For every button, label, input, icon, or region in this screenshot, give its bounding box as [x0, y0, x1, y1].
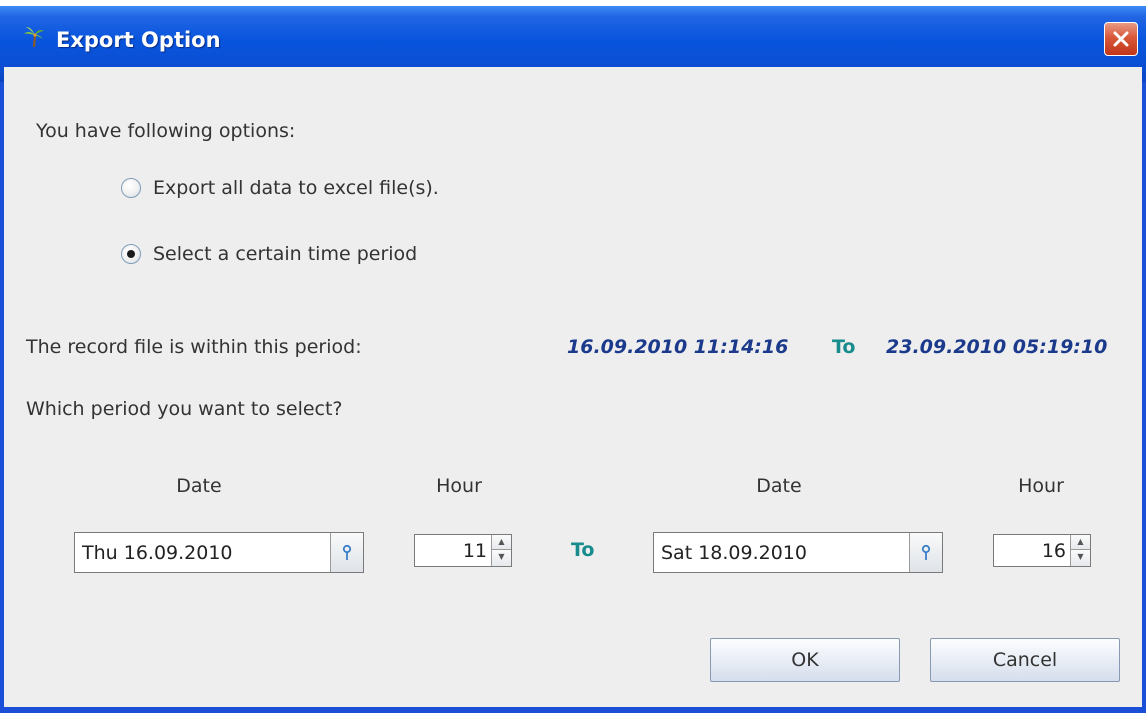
arrow-down-icon: ▼ [498, 552, 505, 561]
cancel-button[interactable]: Cancel [930, 638, 1120, 682]
to-hour-header: Hour [1018, 475, 1064, 497]
from-date-header: Date [176, 475, 222, 497]
from-date-picker-button[interactable] [330, 533, 363, 572]
export-all-label[interactable]: Export all data to excel file(s). [153, 177, 439, 199]
spinner-arrows: ▲ ▼ [491, 535, 511, 566]
dialog-title: Export Option [56, 28, 221, 52]
select-period-radio[interactable] [121, 244, 141, 264]
selection-to-label: To [571, 539, 595, 561]
to-hour-increment[interactable]: ▲ [1071, 535, 1090, 550]
pin-icon [342, 544, 352, 560]
record-to-label: To [832, 336, 856, 358]
from-date-field[interactable]: Thu 16.09.2010 [74, 532, 364, 573]
to-hour-value: 16 [1041, 540, 1066, 562]
to-date-field[interactable]: Sat 18.09.2010 [653, 532, 943, 573]
period-question: Which period you want to select? [26, 398, 343, 420]
arrow-up-icon: ▲ [498, 537, 505, 546]
to-hour-spinner[interactable]: 16 ▲ ▼ [993, 534, 1091, 567]
export-option-dialog: Export Option You have following options… [0, 6, 1146, 713]
pin-icon [921, 544, 931, 560]
to-date-value: Sat 18.09.2010 [661, 542, 807, 564]
options-heading: You have following options: [36, 120, 296, 142]
from-hour-decrement[interactable]: ▼ [492, 550, 511, 566]
dialog-content: You have following options: Export all d… [4, 67, 1142, 707]
to-date-header: Date [756, 475, 802, 497]
arrow-up-icon: ▲ [1077, 537, 1084, 546]
spinner-arrows: ▲ ▼ [1070, 535, 1090, 566]
radio-selected-dot [127, 250, 135, 258]
from-date-value: Thu 16.09.2010 [82, 542, 233, 564]
to-hour-decrement[interactable]: ▼ [1071, 550, 1090, 566]
record-period-label: The record file is within this period: [26, 336, 362, 358]
ok-button[interactable]: OK [710, 638, 900, 682]
from-hour-increment[interactable]: ▲ [492, 535, 511, 550]
record-start-value: 16.09.2010 11:14:16 [567, 336, 789, 358]
select-period-label[interactable]: Select a certain time period [153, 243, 417, 265]
palm-tree-icon [24, 27, 44, 48]
from-hour-value: 11 [462, 540, 487, 562]
from-hour-header: Hour [436, 475, 482, 497]
to-date-picker-button[interactable] [909, 533, 942, 572]
record-end-value: 23.09.2010 05:19:10 [886, 336, 1108, 358]
arrow-down-icon: ▼ [1077, 552, 1084, 561]
close-icon [1113, 31, 1129, 47]
from-hour-spinner[interactable]: 11 ▲ ▼ [414, 534, 512, 567]
export-all-radio[interactable] [121, 178, 141, 198]
close-button[interactable] [1104, 22, 1138, 56]
